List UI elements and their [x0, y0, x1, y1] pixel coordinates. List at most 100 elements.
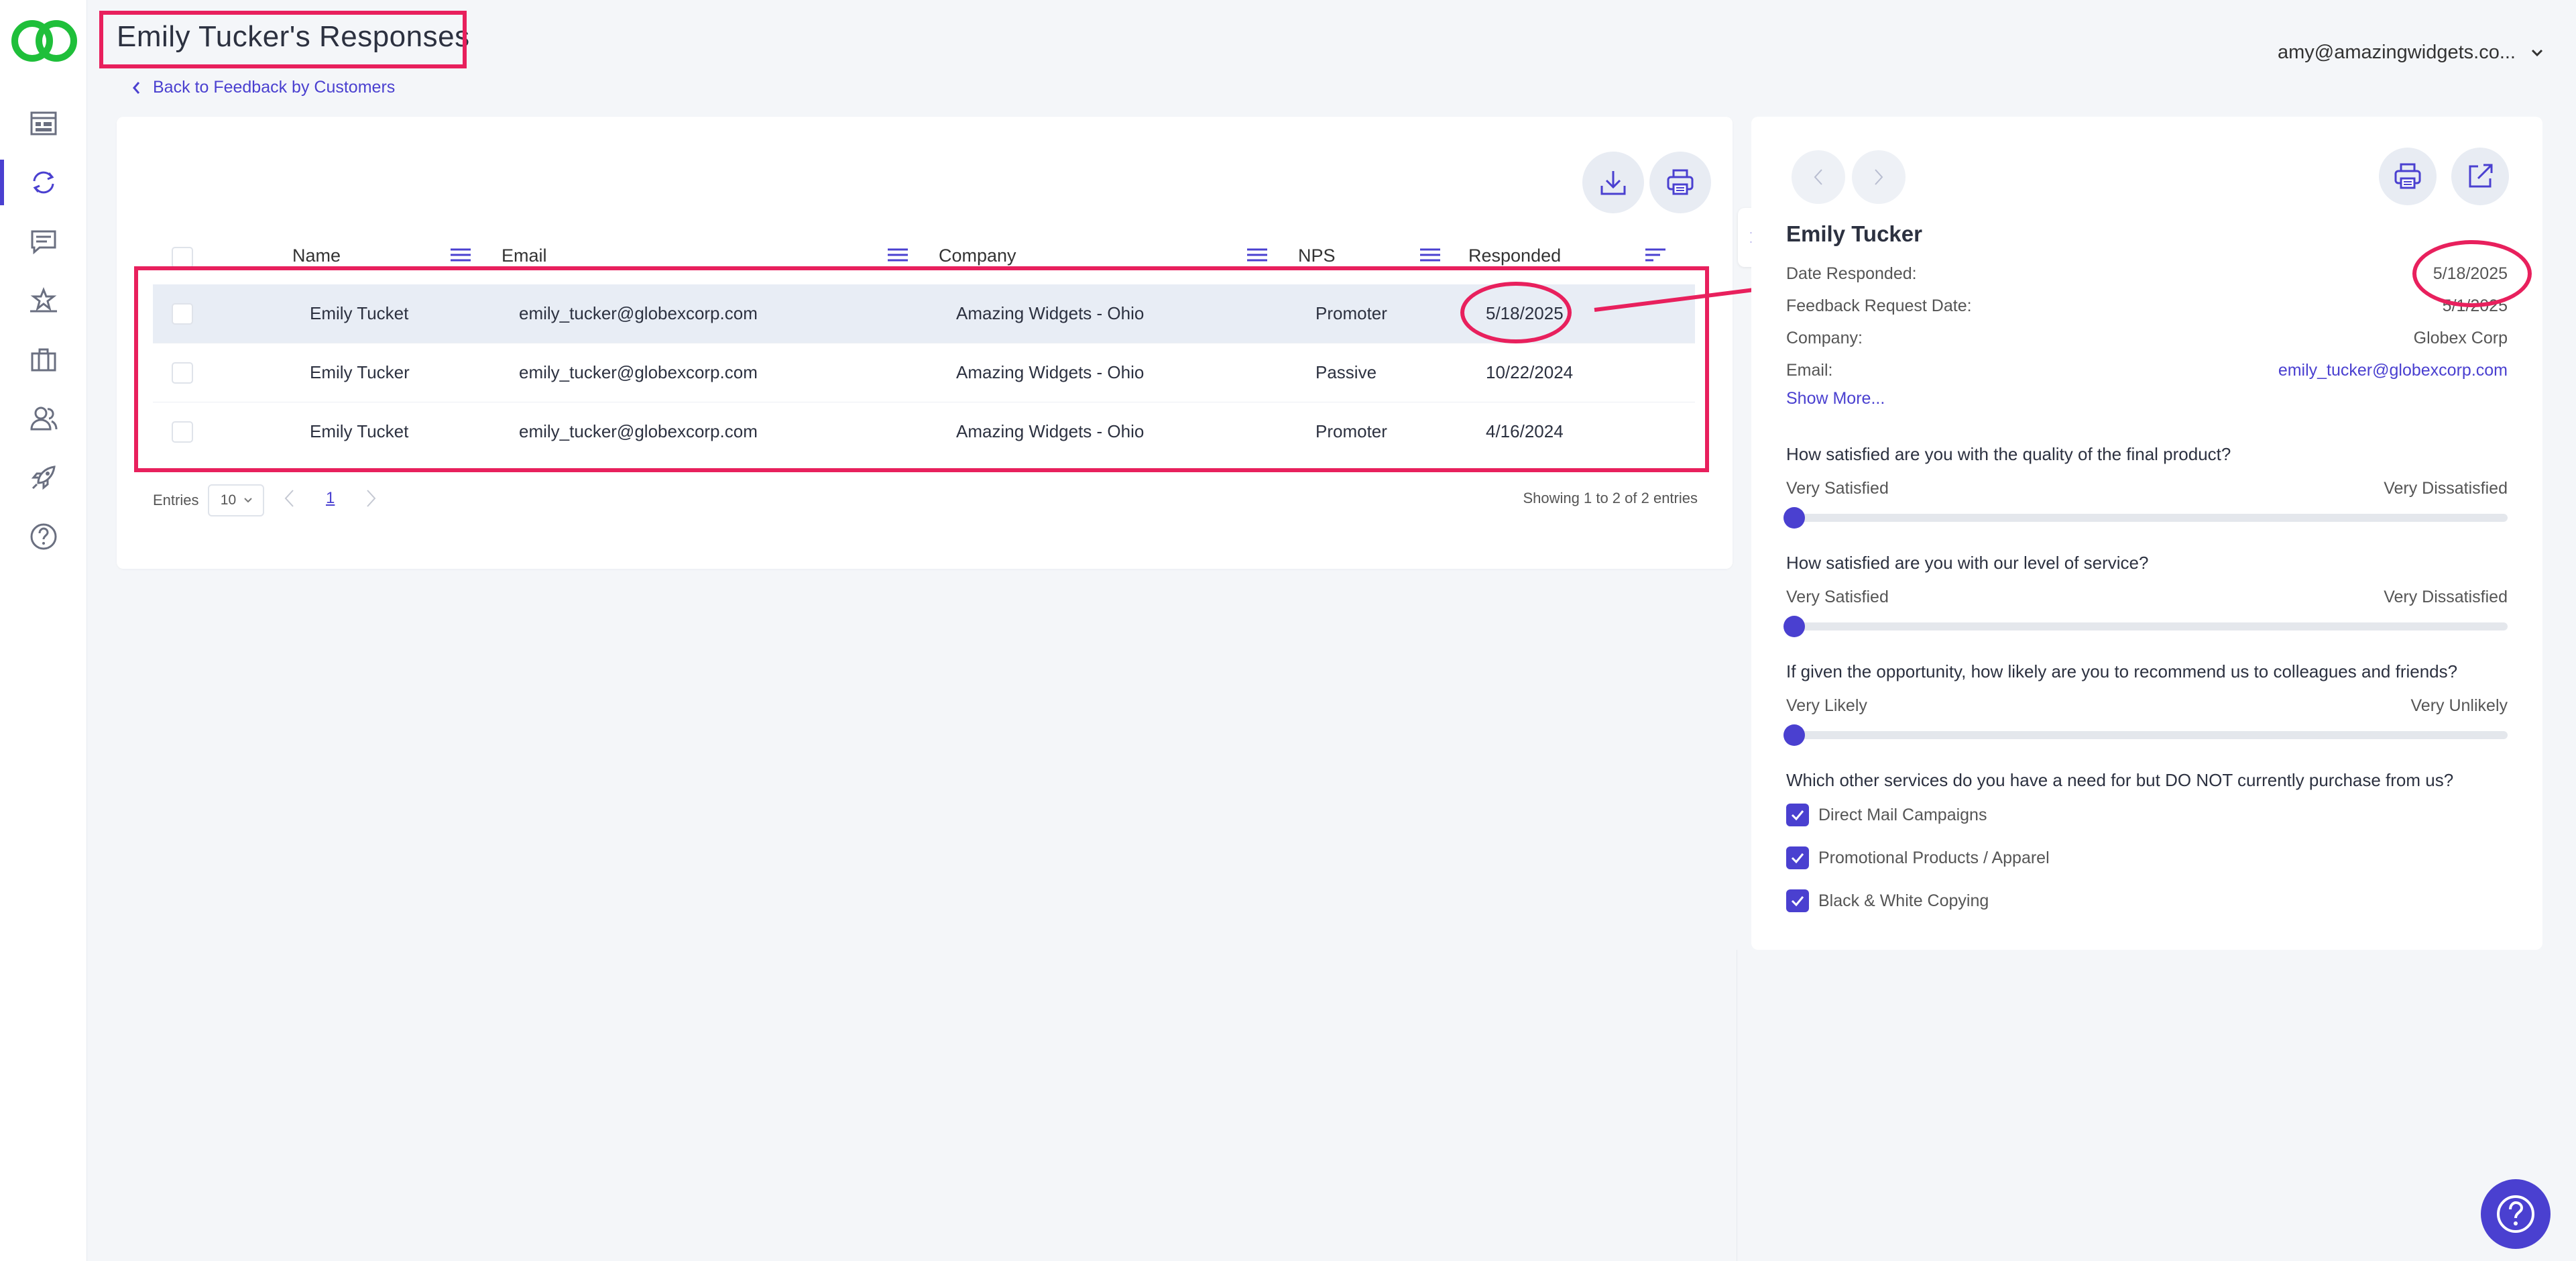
back-link-label: Back to Feedback by Customers [153, 78, 396, 97]
email-link[interactable]: emily_tucker@globexcorp.com [2278, 361, 2508, 380]
sidebar-item-launch[interactable] [0, 448, 87, 507]
question-text: How satisfied are you with the quality o… [1786, 444, 2231, 464]
service-option[interactable]: Black & White Copying [1786, 889, 1989, 912]
chevron-right-icon [1875, 169, 1883, 185]
check-icon [1791, 810, 1804, 821]
rocket-icon [31, 465, 56, 490]
sidebar-item-help[interactable] [0, 507, 87, 566]
previous-response-button[interactable] [1792, 150, 1845, 204]
column-menu-icon[interactable] [888, 247, 908, 263]
check-icon [1791, 896, 1804, 907]
external-link-icon [2469, 164, 2493, 188]
print-icon [1667, 169, 1694, 195]
back-link[interactable]: Back to Feedback by Customers [131, 78, 395, 97]
email-row: Email: emily_tucker@globexcorp.com [1786, 361, 2508, 380]
field-label: Email: [1786, 361, 1833, 380]
next-response-button[interactable] [1852, 150, 1906, 204]
rating-slider[interactable] [1783, 616, 2508, 637]
customer-name: Emily Tucker [1786, 221, 1922, 246]
dashboard-icon [30, 111, 57, 135]
help-button[interactable] [2481, 1179, 2551, 1249]
column-menu-icon[interactable] [1420, 247, 1440, 263]
date-highlight-circle [1460, 282, 1572, 343]
checkbox-checked[interactable] [1786, 889, 1809, 912]
question-icon [30, 523, 57, 550]
chevron-left-icon [133, 81, 140, 94]
download-button[interactable] [1582, 152, 1644, 213]
service-option[interactable]: Direct Mail Campaigns [1786, 804, 1987, 826]
services-question: Which other services do you have a need … [1786, 770, 2454, 790]
slider-knob[interactable] [1783, 724, 1805, 746]
message-icon [31, 230, 56, 255]
response-detail-panel: Emily Tucker Date Responded: 5/18/2025 F… [1751, 117, 2542, 950]
field-label: Company: [1786, 329, 1863, 347]
scale-high-label: Very Unlikely [2410, 696, 2508, 715]
sidebar [0, 0, 87, 1261]
slider-knob[interactable] [1783, 616, 1805, 637]
service-label: Direct Mail Campaigns [1818, 805, 1987, 824]
column-header-email[interactable]: Email [502, 245, 547, 266]
sidebar-item-campaigns[interactable] [0, 330, 87, 389]
showing-entries-text: Showing 1 to 2 of 2 entries [1523, 490, 1698, 506]
chevron-left-icon [1814, 169, 1822, 185]
entries-control: Entries 10 [153, 484, 265, 516]
service-label: Promotional Products / Apparel [1818, 848, 2050, 867]
question-icon [2497, 1195, 2534, 1233]
column-header-responded[interactable]: Responded [1468, 245, 1561, 266]
title-highlight-box [99, 11, 467, 68]
scale-low-label: Very Satisfied [1786, 588, 1889, 606]
next-page-icon[interactable] [365, 488, 377, 508]
print-response-button[interactable] [2379, 148, 2437, 205]
checkbox-checked[interactable] [1786, 846, 1809, 869]
stars-icon [30, 286, 57, 313]
check-icon [1791, 853, 1804, 864]
scale-labels: Very Satisfied Very Dissatisfied [1786, 479, 2508, 498]
entries-label: Entries [153, 492, 199, 508]
sidebar-item-reviews[interactable] [0, 271, 87, 330]
show-more-link[interactable]: Show More... [1786, 389, 1885, 408]
logo-icon[interactable] [9, 17, 79, 64]
entries-value: 10 [220, 492, 237, 508]
user-email: amy@amazingwidgets.co... [2277, 42, 2516, 63]
pagination: 1 [283, 488, 377, 508]
rating-slider[interactable] [1783, 724, 2508, 746]
sidebar-item-messages[interactable] [0, 212, 87, 271]
service-option[interactable]: Promotional Products / Apparel [1786, 846, 2050, 869]
user-menu[interactable]: amy@amazingwidgets.co... [2278, 42, 2544, 64]
feedback-request-date-row: Feedback Request Date: 5/1/2025 [1786, 296, 2508, 316]
company-row: Company: Globex Corp [1786, 329, 2508, 348]
open-external-button[interactable] [2451, 148, 2509, 205]
scale-low-label: Very Satisfied [1786, 479, 1889, 498]
field-label: Date Responded: [1786, 264, 1917, 283]
scale-labels: Very Likely Very Unlikely [1786, 696, 2508, 716]
page-number[interactable]: 1 [326, 489, 335, 508]
sidebar-item-customers[interactable] [0, 389, 87, 448]
sync-icon [33, 171, 54, 194]
print-button[interactable] [1649, 152, 1711, 213]
column-menu-icon[interactable] [1247, 247, 1267, 263]
scale-high-label: Very Dissatisfied [2384, 588, 2508, 606]
scale-high-label: Very Dissatisfied [2384, 479, 2508, 498]
rating-slider[interactable] [1783, 507, 2508, 529]
slider-knob[interactable] [1783, 507, 1805, 529]
scale-labels: Very Satisfied Very Dissatisfied [1786, 588, 2508, 607]
entries-select[interactable]: 10 [208, 484, 265, 516]
sort-icon[interactable] [1645, 247, 1665, 263]
download-icon [1600, 171, 1626, 195]
service-label: Black & White Copying [1818, 891, 1989, 910]
briefcase-icon [31, 348, 56, 372]
scale-low-label: Very Likely [1786, 696, 1867, 715]
field-label: Feedback Request Date: [1786, 296, 1972, 315]
previous-page-icon[interactable] [283, 488, 295, 508]
sidebar-item-feedback[interactable] [0, 153, 87, 212]
column-header-company[interactable]: Company [939, 245, 1016, 266]
checkbox-checked[interactable] [1786, 804, 1809, 826]
print-icon [2394, 163, 2421, 189]
column-header-name[interactable]: Name [292, 245, 341, 266]
column-menu-icon[interactable] [451, 247, 471, 263]
date-responded-row: Date Responded: 5/18/2025 [1786, 264, 2508, 284]
sidebar-item-dashboard[interactable] [0, 94, 87, 153]
select-all-checkbox[interactable] [172, 247, 193, 268]
column-header-nps[interactable]: NPS [1298, 245, 1336, 266]
question-text: How satisfied are you with our level of … [1786, 553, 2149, 573]
